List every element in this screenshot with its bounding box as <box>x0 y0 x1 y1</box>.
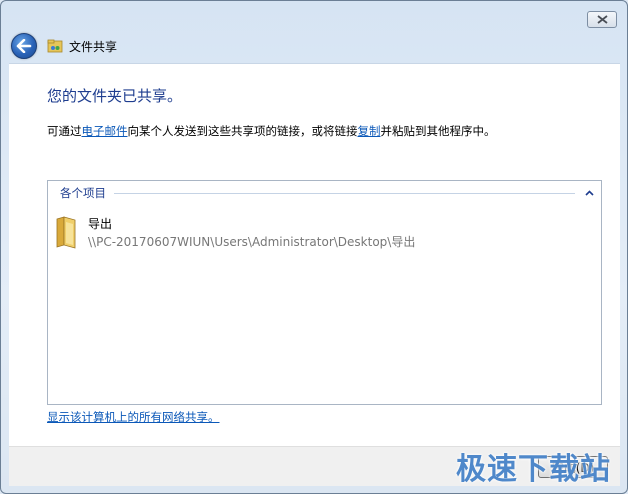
chevron-up-icon[interactable] <box>583 187 595 199</box>
page-heading: 您的文件夹已共享。 <box>47 87 183 105</box>
shared-folder-icon <box>47 39 63 53</box>
footer-bar: 完成(D) <box>9 446 620 486</box>
item-name: 导出 <box>88 217 113 231</box>
close-icon <box>596 15 608 24</box>
back-button[interactable] <box>11 33 37 59</box>
back-arrow-icon <box>16 39 32 53</box>
desc-text-3: 并粘贴到其他程序中。 <box>380 124 496 138</box>
close-button[interactable] <box>587 11 617 28</box>
title-bar: 文件共享 <box>11 33 411 59</box>
share-description: 可通过电子邮件向某个人发送到这些共享项的链接，或将链接复制并粘贴到其他程序中。 <box>47 123 496 139</box>
items-group-header[interactable]: 各个项目 <box>60 185 595 201</box>
window-title: 文件共享 <box>69 39 118 54</box>
email-link[interactable]: 电子邮件 <box>82 124 128 138</box>
folder-icon <box>56 216 76 249</box>
items-group-label: 各个项目 <box>60 186 106 200</box>
desc-text-2: 向某个人发送到这些共享项的链接，或将链接 <box>127 124 358 138</box>
show-all-shares-link[interactable]: 显示该计算机上的所有网络共享。 <box>47 409 220 425</box>
desc-text-1: 可通过 <box>47 124 82 138</box>
file-sharing-window: 文件共享 您的文件夹已共享。 可通过电子邮件向某个人发送到这些共享项的链接，或将… <box>0 0 628 494</box>
content-panel: 您的文件夹已共享。 可通过电子邮件向某个人发送到这些共享项的链接，或将链接复制并… <box>9 63 620 446</box>
shared-items-list: 各个项目 导出 \\PC-20170607WIUN\Users\Administ… <box>47 180 602 405</box>
done-button[interactable]: 完成(D) <box>538 456 608 478</box>
copy-link[interactable]: 复制 <box>358 124 381 138</box>
item-path: \\PC-20170607WIUN\Users\Administrator\De… <box>88 235 416 249</box>
shared-item[interactable]: 导出 \\PC-20170607WIUN\Users\Administrator… <box>54 213 554 253</box>
group-divider <box>114 192 575 194</box>
